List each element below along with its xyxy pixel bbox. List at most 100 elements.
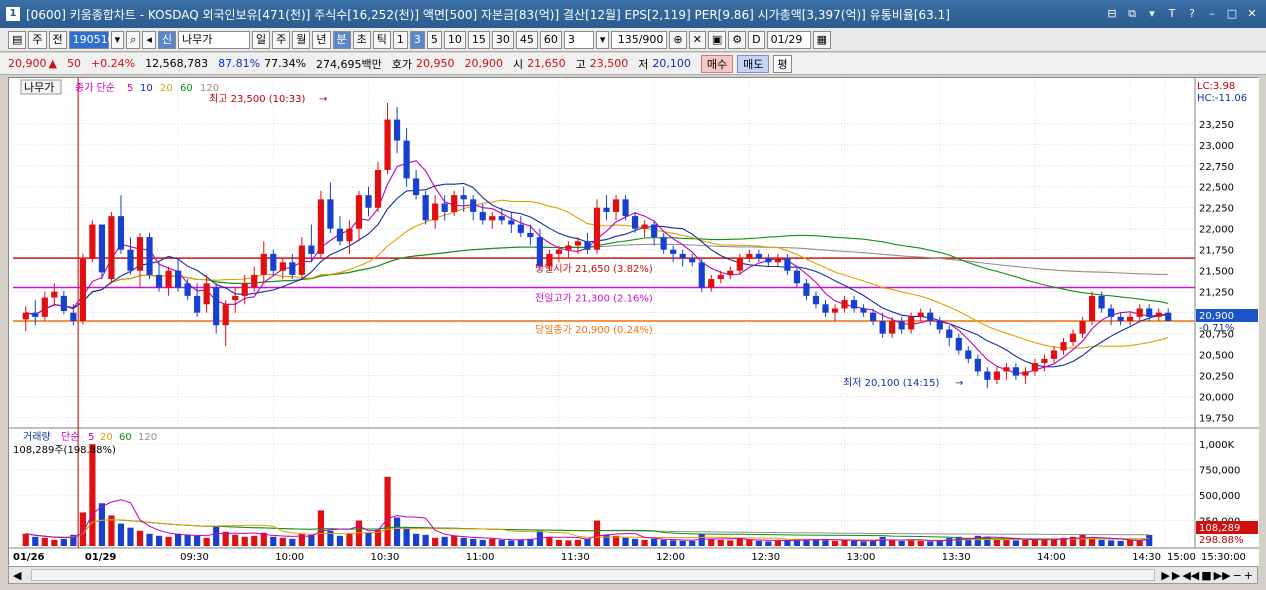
chart-grid xyxy=(9,78,1259,566)
interval-30[interactable]: 30 xyxy=(491,30,514,49)
restore-icon[interactable]: ⧉ xyxy=(1124,6,1140,22)
cross-icon[interactable]: ✕ xyxy=(688,30,706,49)
scroll-left-icon[interactable]: ◀ xyxy=(9,569,25,582)
stock-name-field[interactable]: 나무가 xyxy=(178,30,251,49)
period-month[interactable]: 월 xyxy=(292,30,311,49)
volume-bar xyxy=(765,541,772,546)
speaker-icon[interactable]: ◂ xyxy=(142,30,156,49)
interval-60[interactable]: 60 xyxy=(539,30,562,49)
interval-input[interactable]: 3 xyxy=(563,30,594,49)
text-icon[interactable]: T xyxy=(1164,6,1180,22)
volume-bar xyxy=(879,536,886,546)
lc-label: LC:3.98 xyxy=(1197,81,1235,92)
zoom-out-icon[interactable]: − xyxy=(1233,569,1242,582)
save-icon[interactable]: ▣ xyxy=(707,30,727,49)
candle-body xyxy=(1146,308,1153,317)
dropdown-icon[interactable]: ▾ xyxy=(1144,6,1160,22)
candle-body xyxy=(1165,312,1172,322)
period-minute[interactable]: 분 xyxy=(332,30,351,49)
candle-body xyxy=(384,119,391,170)
stop-icon[interactable]: ■ xyxy=(1201,569,1211,582)
period-year[interactable]: 년 xyxy=(312,30,331,49)
code-dropdown-icon[interactable]: ▾ xyxy=(110,30,125,49)
volume-bar xyxy=(98,503,106,546)
chart-tools: ▶ ▶ ◀◀ ■ ▶▶ − + xyxy=(1161,569,1257,582)
candle-body xyxy=(755,253,762,259)
maximize-button[interactable]: □ xyxy=(1224,6,1240,22)
stock-chart[interactable]: 23,250 23,000 22,750 22,500 22,250 22,000 21,7… xyxy=(9,78,1259,566)
interval-10[interactable]: 10 xyxy=(443,30,466,49)
candle-body xyxy=(260,253,267,275)
period-tick[interactable]: 틱 xyxy=(372,30,391,49)
period-day[interactable]: 일 xyxy=(252,30,271,49)
legend-ma-5: 5 xyxy=(127,83,133,94)
period-second[interactable]: 초 xyxy=(352,30,371,49)
eval-button[interactable]: 평 xyxy=(773,54,792,73)
help-icon[interactable]: ? xyxy=(1184,6,1200,22)
interval-5[interactable]: 5 xyxy=(426,30,442,49)
x-tick-label: 12:00 xyxy=(656,552,685,563)
candle-body xyxy=(841,300,848,309)
legend-volume-5: 120 xyxy=(138,432,157,443)
play-icon[interactable]: ▶ xyxy=(1172,569,1180,582)
volume-bar xyxy=(460,537,467,546)
prev-button[interactable]: 전 xyxy=(48,30,67,49)
count-input[interactable]: 135/900 xyxy=(611,30,668,49)
buy-button[interactable]: 매수 xyxy=(700,54,734,73)
stock-code-input[interactable]: 190510 xyxy=(68,30,115,49)
volume-bar xyxy=(251,535,258,546)
y-tick-label: 23,000 xyxy=(1199,141,1234,152)
interval-dropdown-icon[interactable]: ▾ xyxy=(595,30,610,49)
period-week[interactable]: 주 xyxy=(272,30,291,49)
candle-body xyxy=(203,283,210,305)
candle-body xyxy=(651,224,658,238)
candle-body xyxy=(308,245,315,254)
close-button[interactable]: ✕ xyxy=(1244,6,1260,22)
candle-body xyxy=(336,228,344,242)
calendar-icon[interactable]: ▦ xyxy=(812,30,832,49)
layout-icon[interactable]: ⊟ xyxy=(1104,6,1120,22)
scroll-right-icon[interactable]: ▶ xyxy=(1161,569,1169,582)
chart-area[interactable]: 23,250 23,000 22,750 22,500 22,250 22,000 21,7… xyxy=(8,77,1259,566)
minimize-button[interactable]: – xyxy=(1204,6,1220,22)
market-select[interactable]: 주 xyxy=(28,30,47,49)
zoom-icon[interactable]: ⊕ xyxy=(669,30,687,49)
candle-body xyxy=(1060,342,1067,351)
volume-bar xyxy=(232,534,239,546)
candle-body xyxy=(870,312,877,322)
volume-bar xyxy=(708,538,715,546)
volume-bar xyxy=(860,541,867,546)
next-page-icon[interactable]: ▶▶ xyxy=(1214,569,1231,582)
candle-body xyxy=(108,216,115,280)
sell-button[interactable]: 매도 xyxy=(737,54,770,73)
candle-body xyxy=(117,216,125,250)
candle-body xyxy=(908,316,915,330)
interval-15[interactable]: 15 xyxy=(467,30,490,49)
candle-body xyxy=(1079,321,1086,334)
candle-body xyxy=(403,140,410,179)
zoom-in-icon[interactable]: + xyxy=(1244,569,1253,582)
d-checkbox[interactable]: D xyxy=(748,30,765,49)
search-icon[interactable]: ⌕ xyxy=(126,30,141,49)
candle-body xyxy=(898,321,905,330)
volume-bar xyxy=(498,539,505,546)
interval-45[interactable]: 45 xyxy=(515,30,538,49)
candle-body xyxy=(165,270,172,288)
interval-1[interactable]: 1 xyxy=(392,30,408,49)
candle-body xyxy=(993,371,1000,380)
interval-3[interactable]: 3 xyxy=(409,30,425,49)
volume-bar xyxy=(203,537,210,546)
volume-bar xyxy=(670,540,677,546)
x-tick-label: 15:00 xyxy=(1167,552,1196,563)
panel-icon[interactable]: ▤ xyxy=(8,30,27,49)
ask-1: 20,950 xyxy=(416,57,455,70)
prev-page-icon[interactable]: ◀◀ xyxy=(1182,569,1199,582)
candle-body xyxy=(746,253,753,259)
candle-body xyxy=(555,249,563,254)
candle-body xyxy=(489,216,496,221)
settings-icon[interactable]: ⚙ xyxy=(728,30,747,49)
scroll-track[interactable] xyxy=(31,569,1156,581)
date-input[interactable]: 01/29 xyxy=(766,30,811,49)
main-toolbar: ▤ 주 전 190510 ▾ ⌕ ◂ 신 나무가 일 주 월 년 분 초 틱 1… xyxy=(0,28,1266,52)
stock-name-label: 나무가 xyxy=(24,81,54,94)
